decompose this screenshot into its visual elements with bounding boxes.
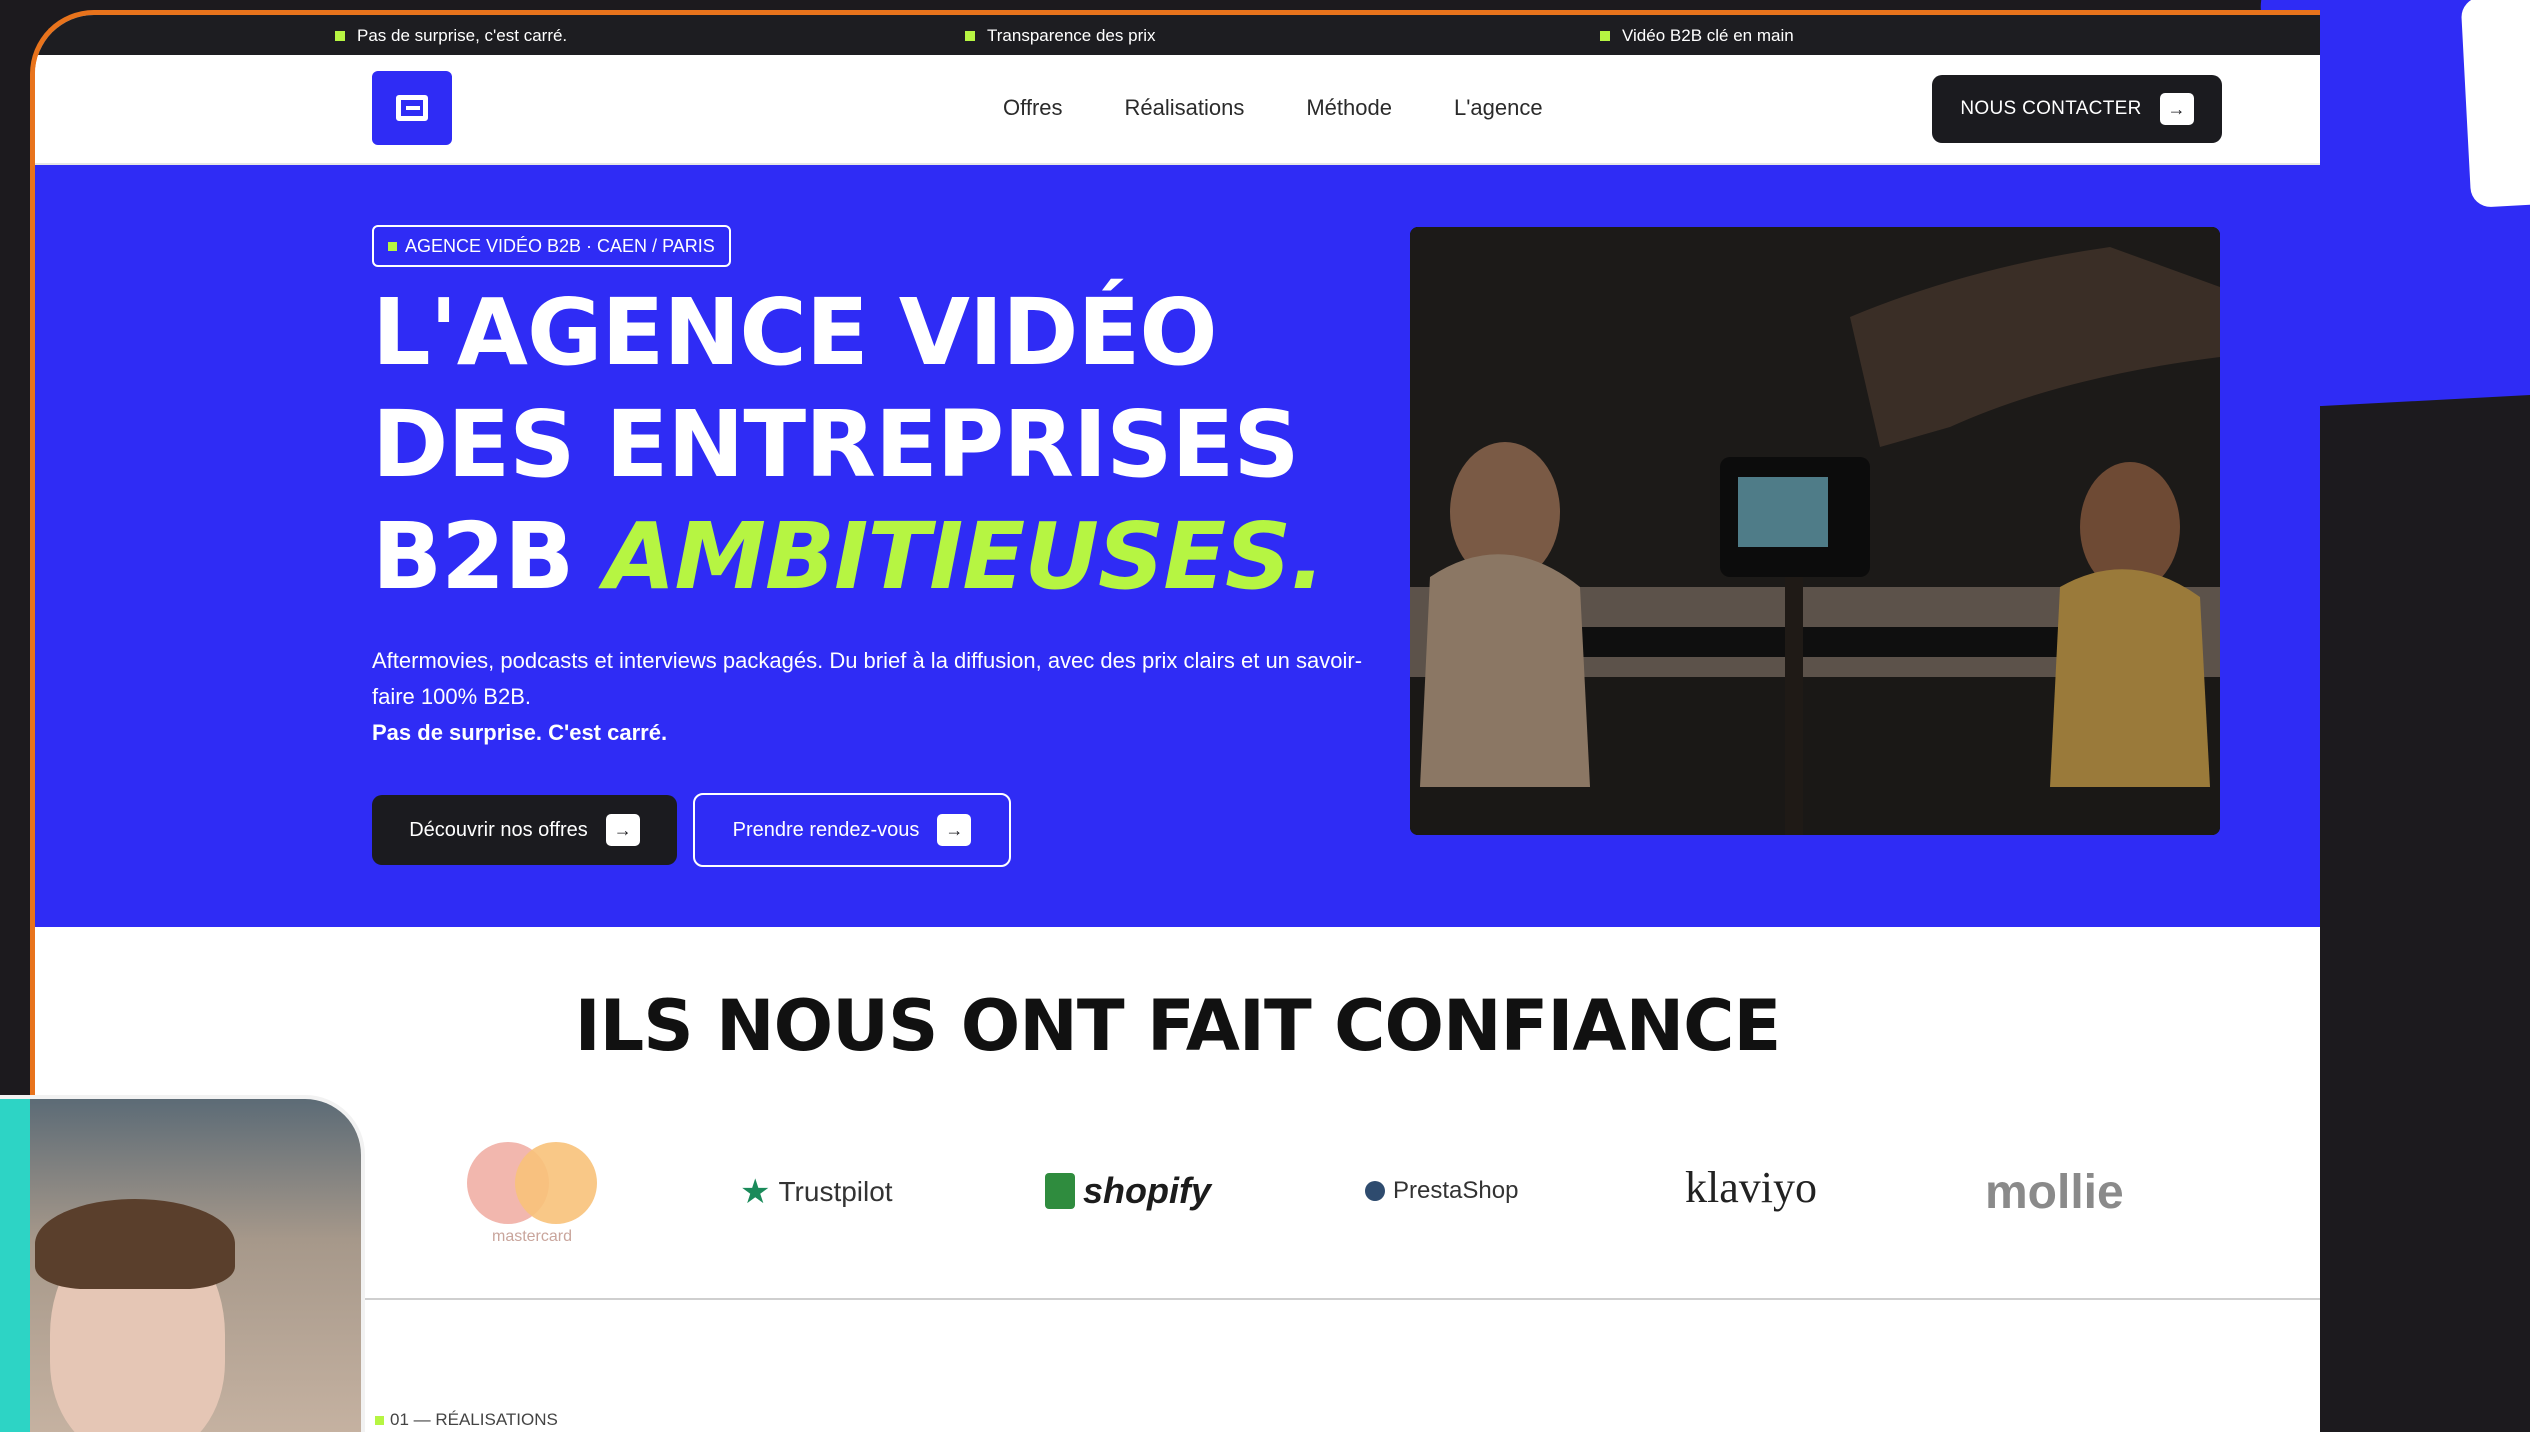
hero-title-accent: AMBITIEUSES.: [604, 503, 1325, 610]
mastercard-logo: mastercard: [465, 1140, 599, 1246]
ticker-square-icon: [1600, 31, 1610, 41]
ticker-item: Transparence des prix: [965, 26, 1156, 46]
hero-photo: [1410, 227, 2220, 835]
shopify-logo: shopify: [1045, 1170, 1211, 1212]
logo-mark-icon: [396, 95, 428, 121]
client-logos: mastercard ★ Trustpilot shopify PrestaSho…: [35, 1120, 2320, 1245]
trust-title: ILS NOUS ONT FAIT CONFIANCE: [574, 985, 1782, 1067]
star-icon: ★: [740, 1173, 771, 1211]
ticker-item: Vidéo B2B clé en main: [1600, 26, 1794, 46]
contact-button[interactable]: NOUS CONTACTER →: [1932, 75, 2222, 143]
section-divider: [365, 1298, 2320, 1300]
screen: Pas de surprise, c'est carré. Transparen…: [0, 0, 2530, 1432]
section-label: 01 — RÉALISATIONS: [375, 1410, 558, 1430]
webcam-hair: [35, 1199, 235, 1289]
mastercard-circles-icon: [467, 1142, 597, 1224]
hero-tagline: Pas de surprise. C'est carré.: [372, 720, 668, 745]
hero-tag: AGENCE VIDÉO B2B · CAEN / PARIS: [372, 225, 731, 267]
prestashop-logo: PrestaShop: [1365, 1177, 1518, 1205]
site-logo[interactable]: [372, 71, 452, 145]
ticker-bar: Pas de surprise, c'est carré. Transparen…: [35, 15, 2320, 55]
arrow-right-icon: →: [605, 814, 640, 846]
section-square-icon: [375, 1415, 384, 1425]
shopping-bag-icon: [1045, 1173, 1075, 1209]
browser-window: Pas de surprise, c'est carré. Transparen…: [30, 10, 2320, 1432]
contact-button-label: NOUS CONTACTER: [1960, 98, 2142, 119]
floating-card-inner: [2460, 0, 2530, 208]
ticker-item: Pas de surprise, c'est carré.: [335, 26, 567, 46]
prestashop-icon: [1365, 1181, 1385, 1201]
trustpilot-logo: ★ Trustpilot: [740, 1173, 893, 1211]
main-menu: Offres Réalisations Méthode L'agence: [1003, 95, 1543, 121]
hero-section: AGENCE VIDÉO B2B · CAEN / PARIS L'AGENCE…: [35, 165, 2320, 927]
mollie-logo: mollie: [1985, 1166, 2124, 1219]
klaviyo-logo: klaviyo: [1685, 1163, 1817, 1212]
arrow-right-icon: →: [937, 814, 972, 846]
book-meeting-button[interactable]: Prendre rendez-vous →: [693, 793, 1011, 867]
hero-title: L'AGENCE VIDÉO DES ENTREPRISES B2B AMBIT…: [372, 279, 1325, 610]
site-header: Offres Réalisations Méthode L'agence NOU…: [35, 55, 2320, 165]
menu-item-offres[interactable]: Offres: [1003, 95, 1063, 121]
menu-item-realisations[interactable]: Réalisations: [1125, 95, 1245, 121]
webcam-overlay: [0, 1095, 365, 1432]
tag-square-icon: [388, 241, 397, 251]
discover-offers-button[interactable]: Découvrir nos offres →: [372, 795, 677, 865]
menu-item-methode[interactable]: Méthode: [1306, 95, 1392, 121]
film-set-illustration: [1410, 227, 2220, 835]
menu-item-agence[interactable]: L'agence: [1454, 95, 1543, 121]
arrow-right-icon: →: [2159, 93, 2194, 125]
ticker-square-icon: [335, 31, 345, 41]
ticker-square-icon: [965, 31, 975, 41]
hero-description: Aftermovies, podcasts et interviews pack…: [372, 643, 1392, 751]
